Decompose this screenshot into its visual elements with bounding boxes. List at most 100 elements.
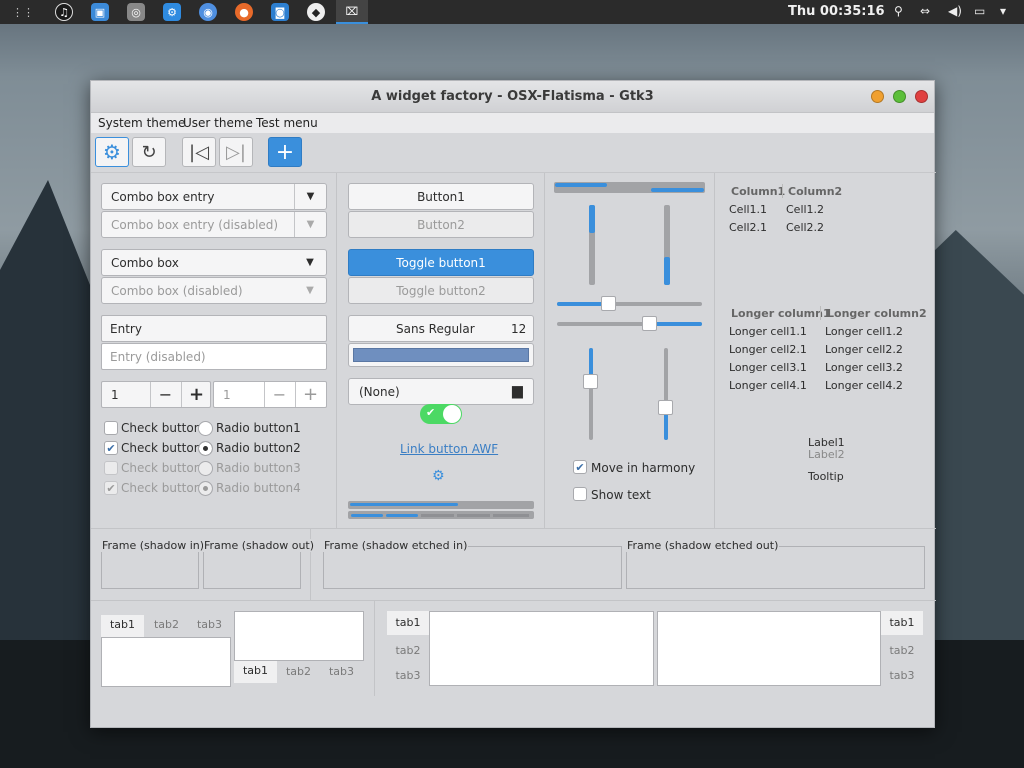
panel-clock[interactable]: Thu 00:35:16 [788,4,885,19]
vertical-scale-1[interactable] [589,205,595,285]
menu-test[interactable]: Test menu [256,116,318,130]
progress-bar-1 [348,501,534,509]
toggle-button-2-disabled: Toggle button2 [348,277,534,304]
link-button[interactable]: Link button AWF [400,442,498,456]
plus-icon[interactable]: + [181,382,211,407]
firefox-icon[interactable]: ● [235,3,253,21]
horizontal-scale-1[interactable] [557,296,702,311]
notebook-bottom-tab1[interactable]: tab1 [234,661,277,683]
minus-icon[interactable]: − [150,382,180,407]
volume-icon[interactable]: ◀) [948,4,962,18]
tree2-header-col1[interactable]: Longer column1 [731,307,831,320]
switch-toggle[interactable]: ✔ [420,404,462,424]
tree2-cell[interactable]: Longer cell3.1 [729,361,807,374]
go-last-button[interactable]: ▷| [219,137,253,167]
network-icon[interactable]: ⇔ [920,4,930,18]
font-button[interactable]: Sans Regular 12 [348,315,534,342]
tree2-cell[interactable]: Longer cell1.1 [729,325,807,338]
notebook-left-tab1[interactable]: tab1 [387,611,429,635]
go-first-button[interactable]: |◁ [182,137,216,167]
scale-knob[interactable] [583,374,598,389]
notebook-top-tab3[interactable]: tab3 [188,615,231,634]
files-icon[interactable]: ▣ [91,3,109,21]
horizontal-scale-2[interactable] [557,316,702,331]
scale-knob[interactable] [658,400,673,415]
tree1-header-col1[interactable]: Column1 [731,185,785,198]
location-icon[interactable]: ⚲ [894,4,903,18]
tree2-cell[interactable]: Longer cell2.1 [729,343,807,356]
vertical-scale-3[interactable] [583,348,598,440]
window-manager-icon[interactable]: ⌧ [336,0,368,24]
notebook-left-tab2[interactable]: tab2 [387,641,429,660]
notebook-bottom-tab3[interactable]: tab3 [320,661,363,681]
spin-button-1[interactable]: 1 − + [101,381,211,408]
tree1-cell[interactable]: Cell1.1 [729,203,767,216]
apps-grid-icon[interactable]: ⋮⋮ [12,3,34,21]
tooltip-label[interactable]: Tooltip [808,470,844,483]
add-button[interactable]: + [268,137,302,167]
file-chooser-label: (None) [359,385,400,399]
check-button-4-disabled: ✔ [104,481,118,495]
screenshot-icon[interactable]: ◎ [127,3,145,21]
chrome-icon[interactable]: ◉ [199,3,217,21]
menu-system-theme[interactable]: System theme [98,116,185,130]
preferences-button[interactable]: ⚙ [95,137,129,167]
vertical-scale-4[interactable] [658,348,673,440]
scale-knob[interactable] [642,316,657,331]
notebook-top-tab2[interactable]: tab2 [145,615,188,634]
check-button-1[interactable] [104,421,118,435]
move-in-harmony-checkbox[interactable]: ✔ [573,460,587,474]
spin-button-2-disabled: 1 − + [213,381,327,408]
scale-knob[interactable] [601,296,616,311]
frame-shadow-out [203,546,301,589]
menu-user-theme[interactable]: User theme [183,116,253,130]
section-separator [91,528,936,529]
tree2-cell[interactable]: Longer cell4.2 [825,379,903,392]
settings-icon[interactable]: ⚙ [163,3,181,21]
minimize-button[interactable] [871,90,884,103]
tree2-cell[interactable]: Longer cell2.2 [825,343,903,356]
radio-button-4-label: Radio button4 [216,481,301,495]
tree1-cell[interactable]: Cell1.2 [786,203,824,216]
check-button-2-label: Check button2 [121,441,209,455]
radio-button-2[interactable] [198,441,213,456]
combo-box[interactable]: Combo box ▼ [101,249,327,276]
button-1[interactable]: Button1 [348,183,534,210]
notebook-top-tab1[interactable]: tab1 [101,615,144,637]
close-button[interactable] [915,90,928,103]
tree2-cell[interactable]: Longer cell3.2 [825,361,903,374]
notebook-right-tab1[interactable]: tab1 [881,611,923,635]
battery-icon[interactable]: ▭ [974,4,985,18]
chevron-down-icon[interactable]: ▼ [294,184,326,209]
show-text-checkbox[interactable] [573,487,587,501]
toggle-button-1[interactable]: Toggle button1 [348,249,534,276]
entry-field[interactable]: Entry [101,315,327,342]
maximize-button[interactable] [893,90,906,103]
file-chooser-button[interactable]: (None) ▆ [348,378,534,405]
notebook-left-tab3[interactable]: tab3 [387,666,429,685]
tree1-cell[interactable]: Cell2.1 [729,221,767,234]
check-button-2[interactable]: ✔ [104,441,118,455]
tree2-cell[interactable]: Longer cell1.2 [825,325,903,338]
notebook-right-tab3[interactable]: tab3 [881,666,923,685]
move-in-harmony-label: Move in harmony [591,461,696,475]
music-icon[interactable]: ♫ [55,3,73,21]
tree1-cell[interactable]: Cell2.2 [786,221,824,234]
tree2-cell[interactable]: Longer cell4.1 [729,379,807,392]
notebook-left-page [429,611,654,686]
inkscape-icon[interactable]: ◆ [307,3,325,21]
radio-button-1[interactable] [198,421,213,436]
tree1-header-col2[interactable]: Column2 [788,185,842,198]
combo-box-entry[interactable]: Combo box entry ▼ [101,183,327,210]
frame-shadow-etched-in [323,546,622,589]
notebook-bottom-tab2[interactable]: tab2 [277,661,320,681]
chevron-down-icon[interactable]: ▾ [1000,4,1006,18]
title-bar[interactable]: A widget factory - OSX-Flatisma - Gtk3 [91,81,934,113]
tree2-header-col2[interactable]: Longer column2 [827,307,927,320]
radio-button-1-label: Radio button1 [216,421,301,435]
notebook-right-tab2[interactable]: tab2 [881,641,923,660]
refresh-button[interactable]: ↻ [132,137,166,167]
vertical-scale-2[interactable] [664,205,670,285]
color-button[interactable] [348,343,534,367]
camera-icon[interactable]: ◙ [271,3,289,21]
